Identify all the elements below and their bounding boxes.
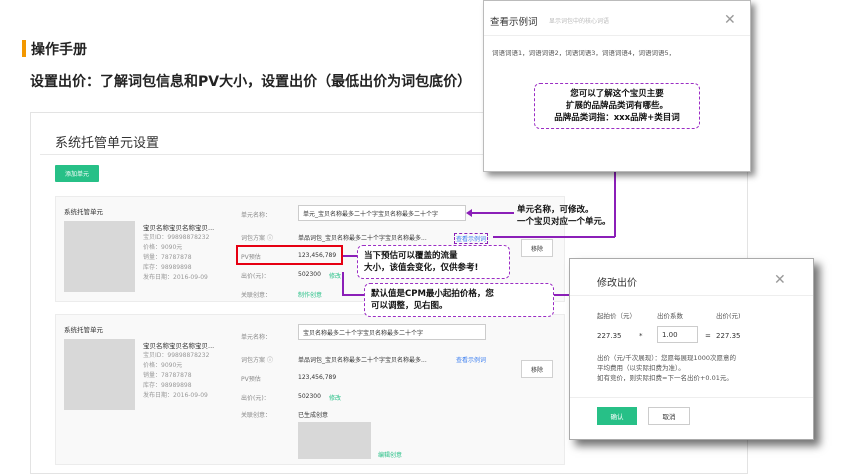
arrow-head-icon: [466, 209, 472, 217]
close-icon[interactable]: ✕: [774, 272, 786, 288]
add-unit-button[interactable]: 添加单元: [55, 165, 99, 182]
bid-callout: 默认值是CPM最小起拍价格，您 可以调整，见右图。: [364, 283, 554, 317]
modal-subtitle: 显示词包中的核心词语: [549, 18, 610, 25]
arrow-line: [343, 255, 357, 257]
example-words-callout: 您可以了解这个宝贝主要 扩展的品牌品类词有哪些。 品牌品类词指：xxx品牌+类目…: [534, 83, 700, 129]
product-thumbnail: [64, 221, 135, 292]
edit-bid-link[interactable]: 修改: [329, 393, 341, 402]
accent-bar: [22, 40, 26, 57]
creative-label: 关联创意：: [241, 292, 272, 299]
pv-highlight-box: [236, 245, 343, 265]
card-head: 系统托管单元: [64, 208, 103, 216]
modal-title: 修改出价: [597, 278, 637, 289]
keyword-plan-label: 词包方案 ⓘ: [241, 235, 273, 242]
keyword-plan-label: 词包方案 ⓘ: [241, 357, 273, 364]
arrow-line: [342, 294, 364, 296]
arrow-line: [470, 212, 514, 214]
keyword-plan-value: 单品词包_宝贝名称最多二十个字宝贝名称最多...: [298, 357, 427, 364]
bid-value: 502300: [298, 271, 321, 278]
bid-note: 出价（元/千次展现）：您愿每展现1000次愿意的 平均费用（以实际扣费为准）。 …: [597, 354, 736, 382]
divider: [570, 295, 813, 296]
edit-creative-link[interactable]: 编辑创意: [378, 450, 402, 459]
bid-result-value: 227.35: [716, 332, 741, 340]
arrow-line: [342, 272, 344, 294]
unit-name-input[interactable]: 单元_宝贝名称最多二十个字宝贝名称最多二十个字: [298, 205, 466, 221]
pv-callout: 当下预估可以覆盖的流量 大小，该值会变化，仅供参考!: [357, 245, 510, 279]
manual-title: 操作手册: [31, 42, 87, 58]
card-head: 系统托管单元: [64, 326, 103, 334]
coefficient-header: 出价系数: [657, 312, 683, 320]
start-price-header: 起拍价（元）: [597, 312, 636, 320]
unit-name-callout: 单元名称，可修改。 一个宝贝对应一个单元。: [517, 205, 611, 227]
help-icon[interactable]: ⓘ: [267, 357, 273, 364]
product-meta: 宝贝ID：99898878232 价格：9090元 销量：78787878 库存…: [143, 234, 210, 281]
divider: [570, 397, 813, 398]
pv-value: 123,456,789: [298, 374, 337, 381]
unit-name-input[interactable]: 宝贝名称最多二十个字宝贝名称最多二十个字: [298, 324, 486, 340]
confirm-button[interactable]: 确认: [597, 407, 637, 425]
arrow-line: [493, 236, 615, 238]
bid-value: 502300: [298, 393, 321, 400]
pv-label: PV预估: [241, 376, 261, 383]
product-title: 宝贝名称宝贝名称宝贝...: [143, 342, 215, 350]
start-price-value: 227.35: [597, 332, 622, 340]
equals-sign: =: [705, 332, 711, 340]
product-thumbnail: [64, 339, 135, 410]
bid-header: 出价(元): [716, 312, 741, 320]
keyword-plan-value: 单品词包_宝贝名称最多二十个字宝贝名称最多...: [298, 235, 427, 242]
close-icon[interactable]: ✕: [724, 12, 736, 28]
cancel-button[interactable]: 取消: [648, 407, 690, 425]
coefficient-input[interactable]: 1.00: [657, 326, 698, 343]
bid-label: 出价(元)：: [241, 273, 270, 280]
product-title: 宝贝名称宝贝名称宝贝...: [143, 224, 215, 232]
view-examples-link[interactable]: 查看示例词: [456, 355, 486, 364]
view-examples-link[interactable]: 查看示例词: [454, 233, 489, 244]
create-creative-link[interactable]: 制作创意: [298, 290, 322, 299]
remove-button[interactable]: 移除: [521, 360, 553, 378]
modal-title: 查看示例词: [490, 17, 538, 28]
remove-button[interactable]: 移除: [521, 239, 553, 257]
creative-label: 关联创意：: [241, 412, 272, 419]
unit-name-label: 单元名称：: [241, 212, 272, 219]
page-subtitle: 设置出价：了解词包信息和PV大小，设置出价（最低出价为词包底价）: [30, 74, 472, 90]
bid-label: 出价(元)：: [241, 395, 270, 402]
multiply-sign: *: [639, 332, 643, 340]
product-meta: 宝贝ID：99898878232 价格：9090元 销量：78787878 库存…: [143, 352, 210, 399]
divider: [484, 35, 750, 36]
base-page-title: 系统托管单元设置: [55, 136, 160, 151]
creative-thumbnail: [298, 422, 371, 459]
example-words: 词语词语1，词语词语2，词语词语3，词语词语4，词语词语5，: [492, 49, 676, 57]
unit-name-label: 单元名称：: [241, 334, 272, 341]
edit-bid-link[interactable]: 修改: [329, 271, 341, 280]
creative-status: 已生成创意: [298, 412, 329, 419]
help-icon[interactable]: ⓘ: [267, 235, 273, 242]
